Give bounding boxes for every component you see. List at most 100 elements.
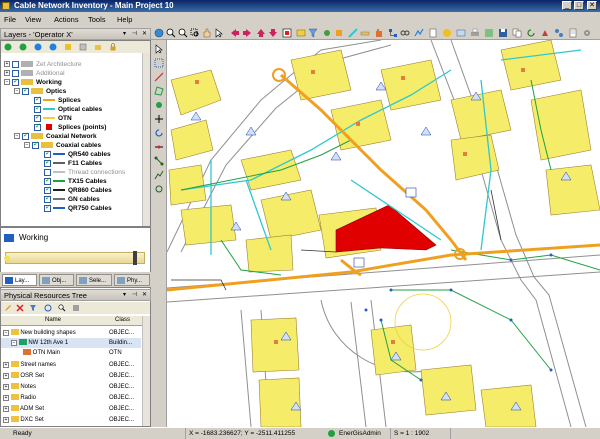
edit-icon[interactable]: [4, 304, 12, 312]
dropdown-icon[interactable]: ▾: [121, 292, 128, 299]
snap-icon[interactable]: [540, 28, 550, 38]
refresh-layers-icon[interactable]: [19, 43, 27, 51]
layer-item-optical-cables[interactable]: Optical cables: [34, 104, 102, 114]
save-icon[interactable]: [498, 28, 508, 38]
zoom-range-slider[interactable]: [5, 252, 145, 264]
layer-item-f11-cables[interactable]: F11 Cables: [44, 158, 102, 168]
tree-row[interactable]: − New building shapes OBJEC...: [1, 328, 141, 338]
folder-icon[interactable]: [94, 43, 102, 51]
menu-tools[interactable]: Tools: [88, 15, 106, 24]
menu-file[interactable]: File: [4, 15, 16, 24]
show-all-icon[interactable]: [4, 43, 12, 51]
tree-row[interactable]: + Street names OBJEC...: [1, 360, 141, 370]
node-icon[interactable]: [322, 28, 332, 38]
export-icon[interactable]: [484, 28, 494, 38]
physical-scrollbar[interactable]: [142, 316, 150, 426]
layer-item-qr750-cables[interactable]: QR750 Cables: [44, 203, 112, 213]
node-icon[interactable]: [154, 100, 164, 110]
pin-icon[interactable]: ⊣: [131, 292, 138, 299]
filter-icon[interactable]: [29, 304, 37, 312]
locate-icon[interactable]: [44, 304, 52, 312]
move-icon[interactable]: [154, 114, 164, 124]
building-icon[interactable]: [374, 28, 384, 38]
split-icon[interactable]: [154, 142, 164, 152]
connect-icon[interactable]: [154, 156, 164, 166]
column-class-header[interactable]: Class: [115, 317, 130, 323]
menu-help[interactable]: Help: [117, 15, 132, 24]
layer-item-working[interactable]: −Working: [4, 77, 62, 87]
select-icon[interactable]: [282, 28, 292, 38]
pan-hand-icon[interactable]: [202, 28, 212, 38]
pointer-icon[interactable]: [214, 28, 224, 38]
map-canvas[interactable]: [151, 40, 600, 427]
document-icon[interactable]: [568, 28, 578, 38]
options-icon[interactable]: [72, 304, 80, 312]
tab-physical[interactable]: Phy...: [114, 274, 150, 286]
tree-row[interactable]: − NW 12th Ave 1 Buildin...: [1, 338, 141, 348]
move-down-icon[interactable]: [49, 43, 57, 51]
maximize-button[interactable]: □: [574, 1, 584, 10]
tab-selection[interactable]: Sele...: [76, 274, 112, 286]
menu-actions[interactable]: Actions: [54, 15, 79, 24]
tree-row[interactable]: + Radio OBJEC...: [1, 393, 141, 403]
tree-row[interactable]: + OSR Set OBJEC...: [1, 371, 141, 381]
arrow-down-icon[interactable]: [268, 28, 278, 38]
tree-icon[interactable]: [388, 28, 398, 38]
splice-icon[interactable]: [334, 28, 344, 38]
trace-icon[interactable]: [414, 28, 424, 38]
layer-item-qr540-cables[interactable]: QR540 cables: [44, 149, 111, 159]
tab-objects[interactable]: Obj...: [39, 274, 74, 286]
properties-icon[interactable]: [79, 43, 87, 51]
close-button[interactable]: ✕: [587, 1, 597, 10]
layer-item-gn-cables[interactable]: GN cables: [44, 194, 100, 204]
slider-handle[interactable]: [133, 251, 137, 265]
rotate-icon[interactable]: [154, 128, 164, 138]
tree-row[interactable]: + DXC Set OBJEC...: [1, 415, 141, 425]
column-name-header[interactable]: Name: [45, 317, 61, 323]
zoom-in-icon[interactable]: [166, 28, 176, 38]
layer-item-thread-connections[interactable]: Thread connections: [44, 168, 125, 177]
report-icon[interactable]: [428, 28, 438, 38]
cable-icon[interactable]: [348, 28, 358, 38]
arrow-right-icon[interactable]: [242, 28, 252, 38]
delete-icon[interactable]: [16, 304, 24, 312]
link-icon[interactable]: [400, 28, 410, 38]
tree-row[interactable]: + Notes OBJEC...: [1, 382, 141, 392]
layer-item-zet-architecture[interactable]: + Zet Architecture: [4, 60, 82, 69]
layer-item-splices[interactable]: Splices: [34, 95, 81, 105]
draw-polygon-icon[interactable]: [154, 86, 164, 96]
print-icon[interactable]: [470, 28, 480, 38]
settings-icon[interactable]: [582, 28, 592, 38]
tree-row[interactable]: + ADM Set OBJEC...: [1, 404, 141, 414]
properties-icon[interactable]: [456, 28, 466, 38]
tab-layers[interactable]: Lay...: [2, 274, 37, 286]
layer-item-coaxial-cables[interactable]: −Coaxial cables: [24, 140, 101, 150]
layers-scrollbar[interactable]: [142, 53, 150, 226]
filter-icon[interactable]: [308, 28, 318, 38]
pointer-icon[interactable]: [154, 44, 164, 54]
globe-icon[interactable]: [154, 28, 164, 38]
search-icon[interactable]: [58, 304, 66, 312]
select-icon[interactable]: [154, 58, 164, 68]
layer-item-tx15-cables[interactable]: TX15 Cables: [44, 176, 107, 186]
zoom-window-icon[interactable]: [190, 28, 200, 38]
move-up-icon[interactable]: [34, 43, 42, 51]
lock-icon[interactable]: [109, 43, 117, 51]
trace-icon[interactable]: [154, 184, 164, 194]
menu-view[interactable]: View: [25, 15, 41, 24]
draw-line-icon[interactable]: [154, 72, 164, 82]
node-add-icon[interactable]: [554, 28, 564, 38]
route-icon[interactable]: [154, 170, 164, 180]
pin-icon[interactable]: ⊣: [131, 31, 138, 38]
minimize-button[interactable]: _: [562, 1, 572, 10]
arrow-up-icon[interactable]: [256, 28, 266, 38]
layer-icon[interactable]: [296, 28, 306, 38]
measure-icon[interactable]: [360, 28, 370, 38]
zoom-out-icon[interactable]: [178, 28, 188, 38]
style-icon[interactable]: [64, 43, 72, 51]
refresh-icon[interactable]: [526, 28, 536, 38]
arrow-left-icon[interactable]: [230, 28, 240, 38]
layer-item-qr860-cables[interactable]: QR860 Cables: [44, 185, 112, 195]
copy-icon[interactable]: [512, 28, 522, 38]
dropdown-icon[interactable]: ▾: [121, 31, 128, 38]
